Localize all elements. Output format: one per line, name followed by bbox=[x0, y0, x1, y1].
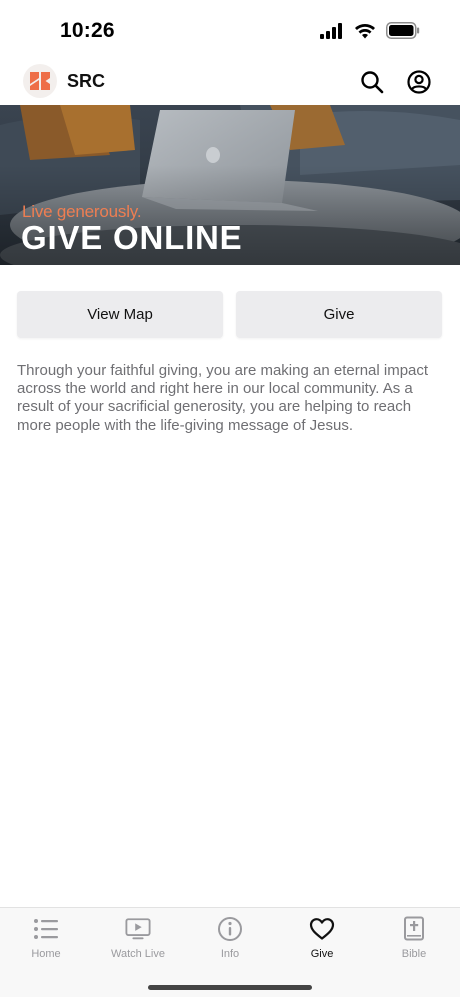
status-time: 10:26 bbox=[60, 19, 115, 42]
signal-icon bbox=[320, 22, 342, 39]
view-map-button[interactable]: View Map bbox=[17, 291, 223, 338]
tab-watch-live-label: Watch Live bbox=[110, 948, 165, 960]
tab-info[interactable]: Info bbox=[184, 916, 276, 972]
tab-home-label: Home bbox=[31, 948, 61, 960]
profile-button[interactable] bbox=[405, 68, 433, 96]
search-button[interactable] bbox=[358, 68, 386, 96]
home-indicator[interactable] bbox=[148, 985, 312, 990]
tab-give-label: Give bbox=[310, 948, 334, 960]
tv-play-icon bbox=[125, 916, 151, 942]
battery-icon bbox=[386, 22, 420, 39]
app-title: SRC bbox=[67, 71, 106, 91]
search-icon bbox=[361, 71, 384, 94]
tab-info-label: Info bbox=[220, 948, 240, 960]
logo-icon bbox=[30, 72, 50, 90]
give-banner: Live generously. GIVE ONLINE bbox=[0, 105, 460, 265]
tab-bible[interactable]: Bible bbox=[368, 916, 460, 972]
app-logo bbox=[23, 64, 57, 98]
info-icon bbox=[217, 916, 243, 942]
tab-home[interactable]: Home bbox=[0, 916, 92, 972]
tab-bible-label: Bible bbox=[401, 948, 427, 960]
give-description: Through your faithful giving, you are ma… bbox=[17, 362, 429, 434]
tab-give[interactable]: Give bbox=[276, 916, 368, 972]
banner-headline: GIVE ONLINE bbox=[21, 219, 243, 256]
list-icon bbox=[33, 916, 59, 942]
app-header: SRC bbox=[0, 58, 460, 105]
bible-icon bbox=[401, 916, 427, 942]
tab-bar: Home Watch Live Info Give Bible bbox=[0, 907, 460, 997]
tab-watch-live[interactable]: Watch Live bbox=[92, 916, 184, 972]
wifi-icon bbox=[355, 23, 375, 38]
heart-icon bbox=[309, 916, 335, 942]
status-bar: 10:26 bbox=[0, 0, 460, 58]
status-icons bbox=[320, 22, 420, 39]
user-circle-icon bbox=[407, 70, 431, 94]
give-button[interactable]: Give bbox=[236, 291, 442, 338]
